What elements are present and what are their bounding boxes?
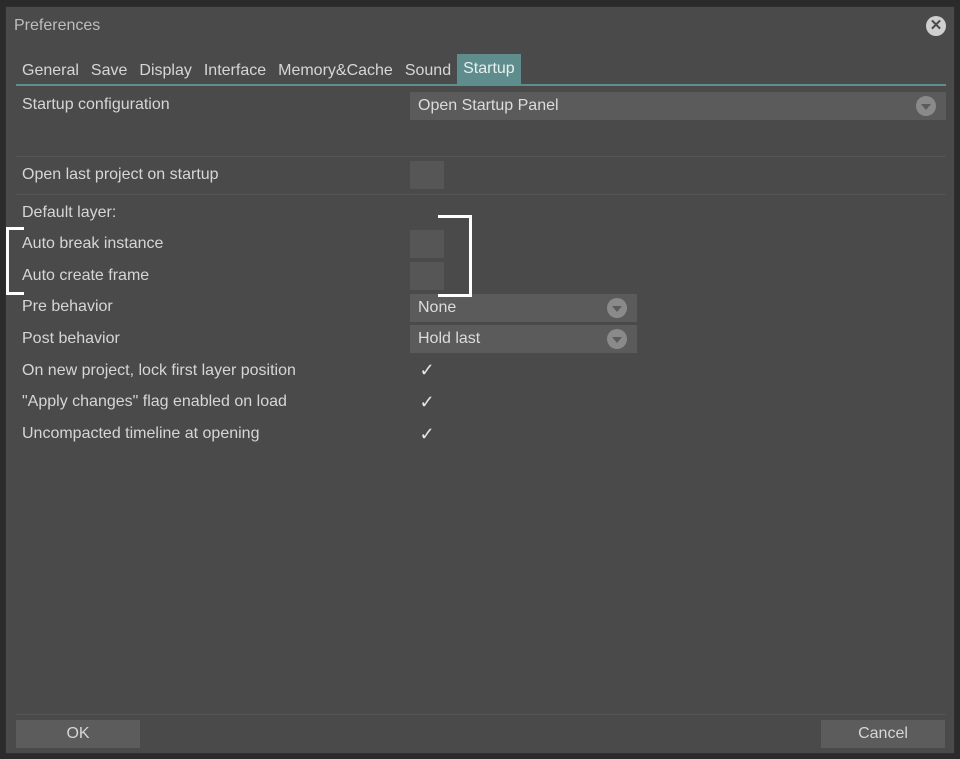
annotation-bracket-right <box>438 215 472 297</box>
divider <box>16 714 946 715</box>
post-behavior-label: Post behavior <box>22 330 120 347</box>
divider <box>16 156 946 157</box>
uncompacted-timeline-label: Uncompacted timeline at opening <box>22 425 260 442</box>
chevron-down-icon <box>607 329 627 349</box>
cancel-button[interactable]: Cancel <box>821 720 945 748</box>
post-behavior-value: Hold last <box>418 330 481 347</box>
divider <box>16 194 946 195</box>
pre-behavior-select[interactable]: None <box>410 294 637 322</box>
preferences-dialog: Preferences ✕ General Save Display Inter… <box>5 6 955 754</box>
lock-first-layer-checkbox[interactable]: ✓ <box>410 359 444 381</box>
open-last-project-label: Open last project on startup <box>22 166 219 183</box>
chevron-down-icon <box>916 96 936 116</box>
tab-save[interactable]: Save <box>85 56 133 84</box>
tab-general[interactable]: General <box>16 56 85 84</box>
ok-button[interactable]: OK <box>16 720 140 748</box>
tab-display[interactable]: Display <box>133 56 197 84</box>
startup-configuration-select[interactable]: Open Startup Panel <box>410 92 946 120</box>
startup-configuration-value: Open Startup Panel <box>418 97 559 114</box>
tab-memory-cache[interactable]: Memory&Cache <box>272 56 399 84</box>
auto-break-instance-label: Auto break instance <box>22 235 164 252</box>
tab-sound[interactable]: Sound <box>399 56 457 84</box>
startup-configuration-label: Startup configuration <box>22 96 170 113</box>
apply-changes-flag-checkbox[interactable]: ✓ <box>410 391 444 413</box>
open-last-project-checkbox[interactable] <box>410 161 444 189</box>
tab-interface[interactable]: Interface <box>198 56 272 84</box>
pre-behavior-value: None <box>418 299 457 316</box>
tab-startup[interactable]: Startup <box>457 54 521 84</box>
post-behavior-select[interactable]: Hold last <box>410 325 637 353</box>
pre-behavior-label: Pre behavior <box>22 298 113 315</box>
dialog-title: Preferences <box>14 17 101 34</box>
title-bar: Preferences ✕ <box>6 7 954 47</box>
tab-bar: General Save Display Interface Memory&Ca… <box>16 54 521 84</box>
uncompacted-timeline-checkbox[interactable]: ✓ <box>410 423 444 445</box>
auto-create-frame-label: Auto create frame <box>22 267 150 284</box>
default-layer-heading: Default layer: <box>22 204 117 221</box>
lock-first-layer-label: On new project, lock first layer positio… <box>22 362 296 379</box>
close-icon[interactable]: ✕ <box>926 16 946 36</box>
chevron-down-icon <box>607 298 627 318</box>
tab-underline <box>16 84 946 86</box>
annotation-bracket-left <box>6 227 24 295</box>
apply-changes-flag-label: "Apply changes" flag enabled on load <box>22 393 287 410</box>
